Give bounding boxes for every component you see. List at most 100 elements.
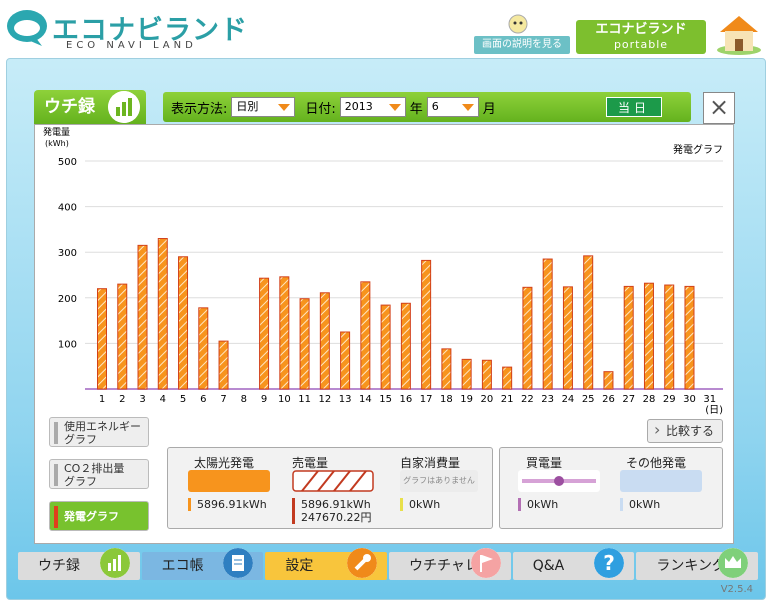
question-icon: ? xyxy=(594,548,625,578)
chevron-down-icon xyxy=(278,104,291,111)
y-tick-label: 200 xyxy=(58,294,77,305)
co2-label: CO２排出量 グラフ xyxy=(64,462,125,488)
chart-bars xyxy=(97,238,695,390)
bar xyxy=(583,255,594,390)
home-icon[interactable] xyxy=(714,12,764,56)
help-button[interactable]: 画面の説明を見る xyxy=(474,36,570,54)
portable-title: エコナビランド xyxy=(595,22,687,37)
sold-swatch xyxy=(292,470,374,492)
x-tick-label: 13 xyxy=(339,394,352,405)
close-icon: × xyxy=(708,93,730,121)
tab-uchiroku-label: ウチ録 xyxy=(44,97,95,117)
bar xyxy=(198,307,209,390)
x-tick-label: 5 xyxy=(180,394,186,405)
co2-graph-button[interactable]: CO２排出量 グラフ xyxy=(49,459,149,489)
energy-usage-label: 使用エネルギー グラフ xyxy=(64,420,141,446)
bar xyxy=(137,244,148,390)
x-tick-label: 19 xyxy=(460,394,473,405)
x-tick-label: 28 xyxy=(643,394,656,405)
y-tick-label: 500 xyxy=(58,157,77,168)
x-tick-label: 17 xyxy=(420,394,433,405)
logo-icon xyxy=(7,10,47,46)
bar xyxy=(360,281,371,390)
chevron-down-icon xyxy=(388,104,401,111)
self-values: 0kWh xyxy=(400,498,440,511)
bar xyxy=(522,286,533,390)
bar xyxy=(603,371,614,390)
bar xyxy=(299,298,310,390)
x-tick-label: 11 xyxy=(298,394,311,405)
bar xyxy=(502,366,513,390)
other-swatch xyxy=(620,470,702,492)
date-label: 日付: xyxy=(305,101,336,117)
display-method-select[interactable]: 日別 xyxy=(231,97,296,117)
x-tick-label: 24 xyxy=(562,394,575,405)
x-tick-label: 25 xyxy=(582,394,595,405)
x-tick-label: 7 xyxy=(220,394,226,405)
bar xyxy=(97,288,107,390)
self-consumption-label: 自家消費量 xyxy=(400,456,461,470)
bar xyxy=(279,276,290,390)
bought-label: 買電量 xyxy=(526,456,563,470)
x-tick-label: 16 xyxy=(400,394,413,405)
tab-uchiroku[interactable]: ウチ録 xyxy=(34,90,146,124)
bar-chart-icon xyxy=(108,91,140,123)
generation-chart: 1 2 3 4 5 6 7 8 9 10 11 12 13 14 15 16 17 18 19 20 21 22 23 24 2… xyxy=(43,126,723,416)
x-tick-label: 14 xyxy=(359,394,372,405)
mascot-icon xyxy=(508,14,528,34)
bar xyxy=(441,348,452,390)
year-select[interactable]: 2013 xyxy=(339,97,406,117)
crown-icon xyxy=(718,548,749,578)
generation-graph-button[interactable]: 発電グラフ xyxy=(49,501,149,531)
other-values: 0kWh xyxy=(620,498,660,511)
bought-values: 0kWh xyxy=(518,498,558,511)
x-tick-labels: 1 2 3 4 5 6 7 8 9 10 11 12 13 14 15 16 17 18 19 20 21 22 23 24 2… xyxy=(99,394,716,405)
nav-settings-label: 設定 xyxy=(285,558,314,574)
sold-label: 売電量 xyxy=(292,456,329,470)
x-tick-label: 18 xyxy=(440,394,453,405)
portable-button[interactable]: エコナビランド portable xyxy=(576,20,706,54)
month-select[interactable]: 6 xyxy=(426,97,479,117)
logo-subtitle: ECO NAVI LAND xyxy=(66,40,197,51)
bar xyxy=(117,283,128,390)
x-tick-label: 27 xyxy=(622,394,635,405)
y-tick-label: 100 xyxy=(58,339,77,350)
bar xyxy=(259,277,270,390)
button-indicator xyxy=(54,422,58,444)
y-tick-labels: 100 200 300 400 500 xyxy=(58,157,77,350)
nav-settings[interactable]: 設定 xyxy=(265,548,388,580)
y-tick-label: 400 xyxy=(58,203,77,214)
nav-ranking[interactable]: ランキング xyxy=(636,548,759,580)
y-axis-unit: (kWh) xyxy=(45,139,69,148)
chart-title: 発電グラフ xyxy=(673,143,723,156)
year-value: 2013 xyxy=(344,100,373,113)
portable-subtitle: portable xyxy=(613,38,669,51)
nav-qa[interactable]: Q&A ? xyxy=(512,548,635,580)
energy-usage-graph-button[interactable]: 使用エネルギー グラフ xyxy=(49,417,149,447)
nav-ranking-label: ランキング xyxy=(656,558,726,574)
bar xyxy=(218,340,229,390)
x-tick-label: 30 xyxy=(683,394,696,405)
display-method-value: 日別 xyxy=(236,100,259,113)
bar xyxy=(157,238,168,390)
bar-chart-icon xyxy=(99,548,130,578)
nav-uchichare-label: ウチチャレ xyxy=(409,558,479,574)
bar xyxy=(623,285,634,390)
nav-uchiroku-label: ウチ録 xyxy=(38,558,80,574)
bar xyxy=(481,359,492,390)
compare-button[interactable]: 比較する xyxy=(647,419,723,443)
solar-label: 太陽光発電 xyxy=(194,456,255,470)
flag-icon xyxy=(470,548,501,578)
solar-values: 5896.91kWh xyxy=(188,498,267,511)
nav-ecocho[interactable]: エコ帳 xyxy=(141,548,264,580)
nav-qa-label: Q&A xyxy=(532,558,565,574)
nav-uchiroku[interactable]: ウチ録 xyxy=(18,548,140,580)
month-value: 6 xyxy=(431,100,439,113)
nav-uchichare[interactable]: ウチチャレ xyxy=(389,548,511,580)
today-button[interactable]: 当日 xyxy=(606,97,662,117)
x-tick-label: 22 xyxy=(521,394,534,405)
sold-values: 5896.91kWh 247670.22円 xyxy=(292,498,372,524)
close-button[interactable]: × xyxy=(703,92,735,124)
chevron-down-icon xyxy=(461,104,474,111)
purchase-summary: 買電量 0kWh その他発電 0kWh xyxy=(499,447,723,529)
